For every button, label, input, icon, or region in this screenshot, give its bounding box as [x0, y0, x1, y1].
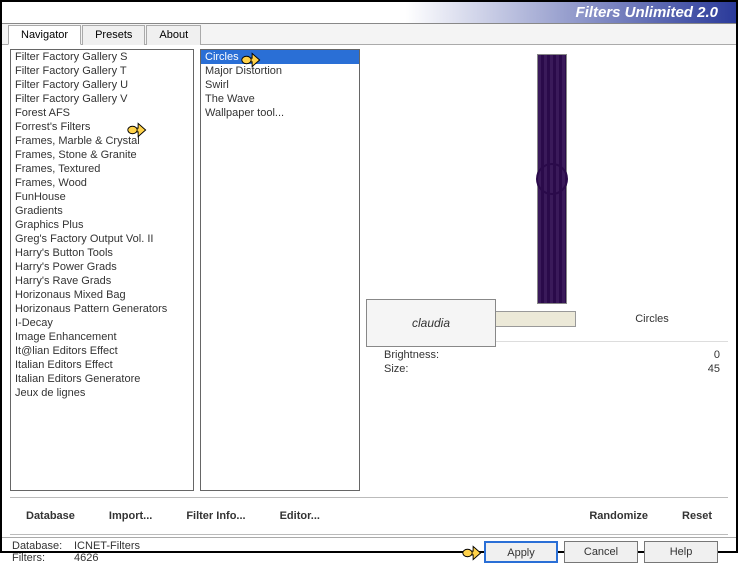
tab-navigator[interactable]: Navigator — [8, 25, 81, 45]
preview-area: claudia — [376, 49, 728, 309]
filter-item[interactable]: Wallpaper tool... — [201, 106, 359, 120]
param-row[interactable]: Brightness: 0 — [376, 348, 728, 362]
category-item[interactable]: Filter Factory Gallery S — [11, 50, 193, 64]
filter-list[interactable]: CirclesMajor DistortionSwirlThe WaveWall… — [200, 49, 360, 491]
title-bar: Filters Unlimited 2.0 — [2, 2, 736, 24]
param-value: 0 — [714, 349, 720, 361]
cancel-button[interactable]: Cancel — [564, 541, 638, 563]
category-item[interactable]: Filter Factory Gallery T — [11, 64, 193, 78]
tab-strip: Navigator Presets About — [2, 24, 736, 45]
param-row[interactable]: Size: 45 — [376, 362, 728, 376]
filter-column: CirclesMajor DistortionSwirlThe WaveWall… — [200, 49, 360, 491]
status-info: Database: ICNET-Filters Filters: 4626 — [12, 540, 484, 564]
parameter-panel[interactable]: Brightness: 0 Size: 45 — [376, 341, 728, 471]
param-value: 45 — [708, 363, 720, 375]
filter-item[interactable]: Major Distortion — [201, 64, 359, 78]
database-button[interactable]: Database — [12, 504, 89, 528]
main-panel: Filter Factory Gallery SFilter Factory G… — [2, 45, 736, 495]
category-item[interactable]: Image Enhancement — [11, 330, 193, 344]
category-item[interactable]: Forest AFS — [11, 106, 193, 120]
category-item[interactable]: Horizonaus Mixed Bag — [11, 288, 193, 302]
category-item[interactable]: Frames, Stone & Granite — [11, 148, 193, 162]
category-item[interactable]: Horizonaus Pattern Generators — [11, 302, 193, 316]
filter-item[interactable]: The Wave — [201, 92, 359, 106]
category-item[interactable]: Harry's Button Tools — [11, 246, 193, 260]
category-item[interactable]: Filter Factory Gallery U — [11, 78, 193, 92]
right-actions: Randomize Reset — [573, 500, 728, 532]
tab-presets[interactable]: Presets — [82, 25, 145, 45]
category-item[interactable]: Gradients — [11, 204, 193, 218]
dialog-buttons: Apply Cancel Help — [484, 541, 726, 563]
watermark: claudia — [366, 299, 496, 347]
preview-image — [537, 54, 567, 304]
category-item[interactable]: Italian Editors Effect — [11, 358, 193, 372]
category-item[interactable]: Frames, Wood — [11, 176, 193, 190]
category-item[interactable]: Greg's Factory Output Vol. II — [11, 232, 193, 246]
category-item[interactable]: Jeux de lignes — [11, 386, 193, 400]
category-list[interactable]: Filter Factory Gallery SFilter Factory G… — [10, 49, 194, 491]
category-item[interactable]: I-Decay — [11, 316, 193, 330]
left-actions: Database Import... Filter Info... Editor… — [10, 500, 336, 532]
help-button[interactable]: Help — [644, 541, 718, 563]
randomize-button[interactable]: Randomize — [575, 504, 662, 528]
category-item[interactable]: Frames, Marble & Crystal — [11, 134, 193, 148]
editor-button[interactable]: Editor... — [266, 504, 334, 528]
preview-column: claudia Circles Brightness: 0 Size: 45 — [366, 49, 728, 491]
status-filters-label: Filters: — [12, 552, 68, 564]
apply-button[interactable]: Apply — [484, 541, 558, 563]
param-label: Size: — [384, 363, 408, 375]
category-item[interactable]: Filter Factory Gallery V — [11, 92, 193, 106]
category-item[interactable]: Harry's Power Grads — [11, 260, 193, 274]
status-filters-value: 4626 — [74, 552, 98, 564]
category-column: Filter Factory Gallery SFilter Factory G… — [10, 49, 194, 491]
status-db-label: Database: — [12, 540, 68, 552]
filter-info-button[interactable]: Filter Info... — [172, 504, 259, 528]
filter-item[interactable]: Swirl — [201, 78, 359, 92]
category-item[interactable]: Graphics Plus — [11, 218, 193, 232]
separator — [10, 534, 728, 535]
category-item[interactable]: Forrest's Filters — [11, 120, 193, 134]
status-db-value: ICNET-Filters — [74, 540, 140, 552]
import-button[interactable]: Import... — [95, 504, 166, 528]
current-filter-name: Circles — [576, 309, 728, 329]
reset-button[interactable]: Reset — [668, 504, 726, 528]
tab-about[interactable]: About — [146, 25, 201, 45]
category-item[interactable]: Frames, Textured — [11, 162, 193, 176]
category-item[interactable]: Italian Editors Generatore — [11, 372, 193, 386]
app-title: Filters Unlimited 2.0 — [575, 4, 718, 21]
category-item[interactable]: FunHouse — [11, 190, 193, 204]
action-row: Database Import... Filter Info... Editor… — [2, 500, 736, 532]
category-item[interactable]: Harry's Rave Grads — [11, 274, 193, 288]
status-bar: Database: ICNET-Filters Filters: 4626 Appl… — [2, 537, 736, 566]
category-item[interactable]: It@lian Editors Effect — [11, 344, 193, 358]
separator — [10, 497, 728, 498]
param-label: Brightness: — [384, 349, 439, 361]
filter-item[interactable]: Circles — [201, 50, 359, 64]
